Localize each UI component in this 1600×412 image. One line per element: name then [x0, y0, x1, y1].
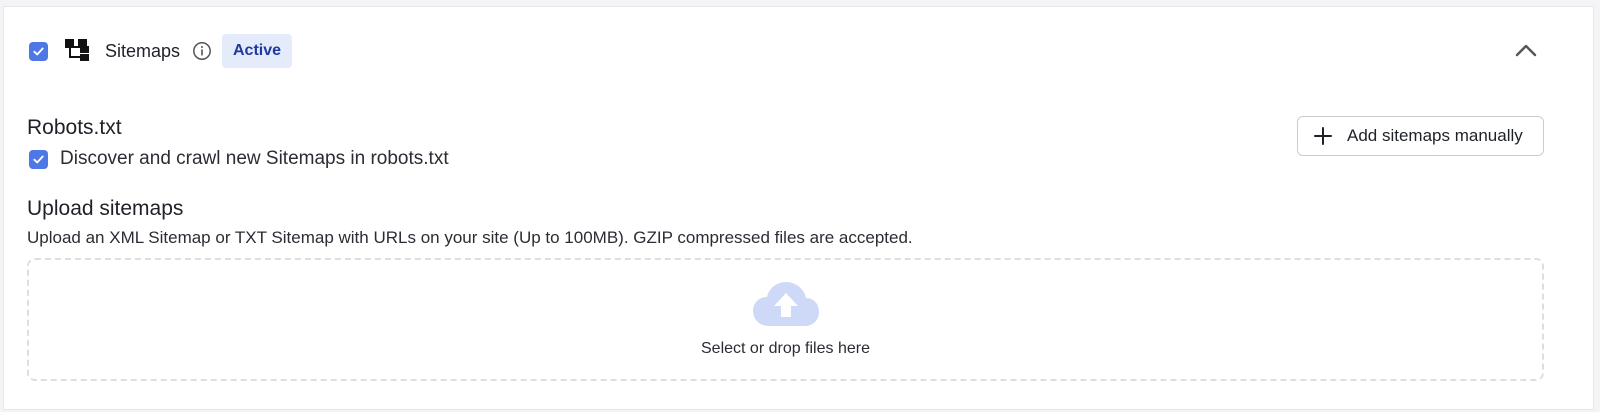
robots-section-title: Robots.txt [27, 116, 122, 139]
robots-discover-checkbox[interactable] [29, 150, 48, 169]
upload-section-title: Upload sitemaps [27, 197, 184, 220]
add-sitemaps-manually-button[interactable]: Add sitemaps manually [1297, 116, 1544, 156]
add-sitemaps-label: Add sitemaps manually [1347, 126, 1523, 145]
sitemaps-panel: Sitemaps Active Robots.txt Discover and … [3, 6, 1594, 410]
robots-checkbox-label[interactable]: Discover and crawl new Sitemaps in robot… [60, 147, 449, 171]
file-dropzone[interactable]: Select or drop files here [27, 258, 1544, 381]
sitemap-icon [65, 39, 89, 61]
panel-header[interactable]: Sitemaps Active [4, 7, 1593, 99]
info-icon[interactable] [192, 41, 212, 61]
chevron-up-icon [1515, 44, 1537, 57]
upload-description: Upload an XML Sitemap or TXT Sitemap wit… [27, 228, 913, 247]
panel-title: Sitemaps [105, 41, 181, 61]
sitemaps-enabled-checkbox[interactable] [29, 42, 48, 61]
dropzone-label: Select or drop files here [701, 340, 870, 357]
plus-icon [1314, 127, 1332, 145]
cloud-upload-icon [753, 282, 819, 326]
collapse-button[interactable] [1513, 41, 1539, 59]
check-icon [33, 155, 44, 164]
check-icon [33, 47, 44, 56]
status-badge: Active [222, 34, 293, 68]
